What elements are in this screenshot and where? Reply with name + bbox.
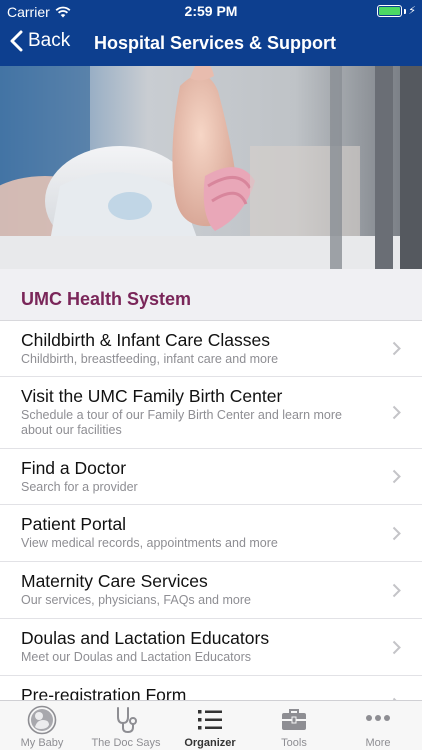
list-item-title: Pre-registration Form bbox=[21, 685, 187, 700]
list-item-pre-registration[interactable]: Pre-registration Form bbox=[0, 676, 422, 700]
chevron-right-icon bbox=[392, 526, 401, 541]
list-item-maternity-care[interactable]: Maternity Care Services Our services, ph… bbox=[0, 562, 422, 619]
services-list: Childbirth & Infant Care Classes Childbi… bbox=[0, 321, 422, 700]
battery-body bbox=[377, 5, 403, 17]
list-item-subtitle: View medical records, appointments and m… bbox=[21, 536, 278, 550]
toolbox-icon bbox=[282, 709, 306, 730]
list-item-title: Maternity Care Services bbox=[21, 571, 208, 591]
battery-icon: ⚡ bbox=[377, 5, 416, 17]
chevron-right-icon bbox=[392, 405, 401, 420]
charging-icon: ⚡ bbox=[408, 5, 416, 17]
list-item-title: Doulas and Lactation Educators bbox=[21, 628, 270, 648]
tab-more[interactable]: More bbox=[336, 701, 420, 750]
navigation-bar: Back Hospital Services & Support bbox=[0, 22, 422, 66]
battery-cap bbox=[404, 8, 407, 14]
list-item-subtitle: Search for a provider bbox=[21, 480, 138, 494]
list-item-doulas[interactable]: Doulas and Lactation Educators Meet our … bbox=[0, 619, 422, 676]
tab-the-doc-says[interactable]: The Doc Says bbox=[84, 701, 168, 750]
list-item-find-doctor[interactable]: Find a Doctor Search for a provider bbox=[0, 449, 422, 505]
chevron-right-icon bbox=[392, 469, 401, 484]
tab-label: My Baby bbox=[20, 737, 64, 749]
tab-tools[interactable]: Tools bbox=[252, 701, 336, 750]
section-header: UMC Health System bbox=[0, 269, 422, 321]
list-item-patient-portal[interactable]: Patient Portal View medical records, app… bbox=[0, 505, 422, 562]
page-title: Hospital Services & Support bbox=[93, 33, 337, 53]
list-item-title: Childbirth & Infant Care Classes bbox=[21, 330, 270, 350]
list-item-subtitle: Meet our Doulas and Lactation Educators bbox=[21, 650, 251, 664]
hero-image bbox=[0, 66, 422, 269]
stethoscope-icon bbox=[117, 707, 137, 734]
tab-organizer[interactable]: Organizer bbox=[168, 701, 252, 750]
list-item-title: Patient Portal bbox=[21, 514, 127, 534]
newborn-foot-photo bbox=[0, 66, 422, 269]
list-item-birth-center[interactable]: Visit the UMC Family Birth Center Schedu… bbox=[0, 377, 422, 449]
list-item-subtitle: Childbirth, breastfeeding, infant care a… bbox=[21, 352, 279, 366]
more-dots-icon bbox=[366, 715, 390, 721]
list-item-childbirth-classes[interactable]: Childbirth & Infant Care Classes Childbi… bbox=[0, 321, 422, 377]
section-title: UMC Health System bbox=[21, 289, 192, 309]
tab-label: The Doc Says bbox=[91, 737, 161, 749]
tab-bar: My Baby The Doc Says Organizer Tools Mor… bbox=[0, 700, 422, 750]
chevron-right-icon bbox=[392, 583, 401, 598]
list-item-title: Visit the UMC Family Birth Center bbox=[21, 386, 283, 406]
tab-label: More bbox=[365, 737, 391, 749]
list-item-title: Find a Doctor bbox=[21, 458, 127, 478]
clock: 2:59 PM bbox=[184, 3, 238, 19]
list-icon bbox=[198, 710, 222, 730]
list-item-subtitle: Our services, physicians, FAQs and more bbox=[21, 593, 251, 607]
chevron-right-icon bbox=[392, 640, 401, 655]
header: Carrier 2:59 PM ⚡ Back Hospital Services… bbox=[0, 0, 422, 66]
baby-icon bbox=[27, 705, 57, 735]
tab-label: Tools bbox=[281, 737, 307, 749]
tab-my-baby[interactable]: My Baby bbox=[0, 701, 84, 750]
status-bar: Carrier 2:59 PM ⚡ bbox=[0, 0, 422, 22]
list-item-subtitle: Schedule a tour of our Family Birth Cent… bbox=[21, 408, 342, 437]
battery-fill bbox=[379, 7, 401, 15]
chevron-right-icon bbox=[392, 341, 401, 356]
tab-label: Organizer bbox=[184, 737, 236, 749]
